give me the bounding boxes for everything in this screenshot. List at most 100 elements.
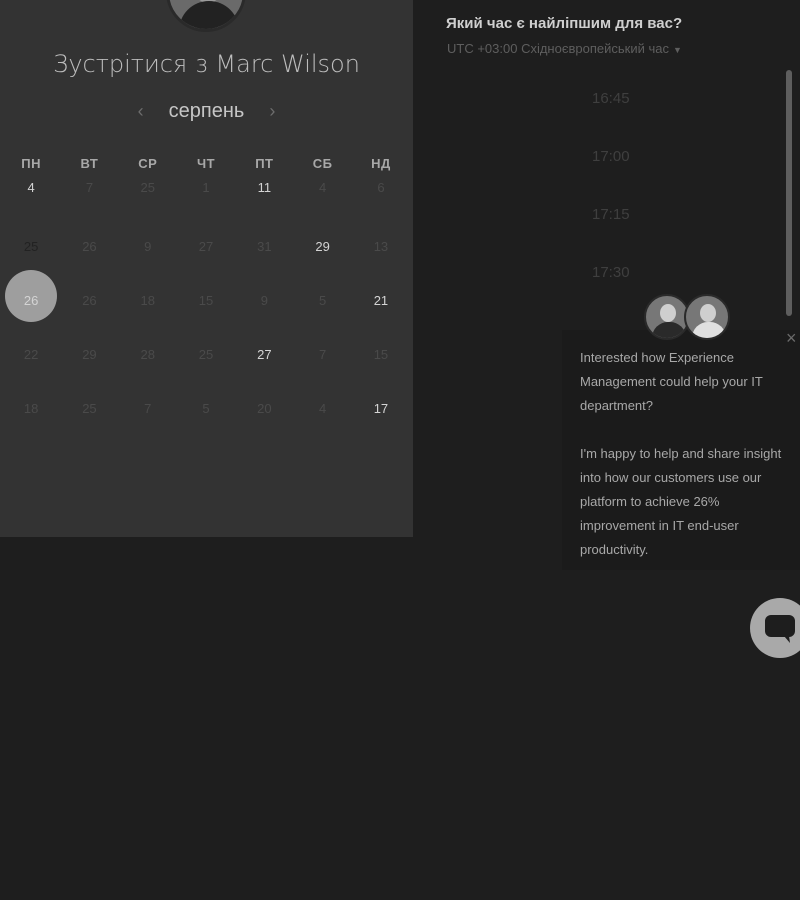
calendar-day: 18 xyxy=(119,294,177,348)
chat-launcher-button[interactable] xyxy=(750,598,800,658)
calendar-day: 28 xyxy=(119,348,177,402)
calendar-day-number: 31 xyxy=(257,239,272,254)
calendar-day-number: 25 xyxy=(140,180,155,195)
weekday-label: ПН xyxy=(21,156,42,171)
time-slot[interactable]: 16:45 xyxy=(592,90,630,107)
calendar-panel: Зустрітися з Marc Wilson ‹ серпень › ПН В… xyxy=(0,0,413,537)
time-question: Який час є найліпшим для вас? xyxy=(446,15,683,32)
calendar-day: 26 xyxy=(60,294,118,348)
calendar-day: 1 xyxy=(177,181,235,240)
calendar-day: 25 xyxy=(119,181,177,240)
weekday-label: ВТ xyxy=(80,156,99,171)
time-slot[interactable]: 17:00 xyxy=(592,148,630,165)
calendar-day: 18 xyxy=(2,402,60,456)
month-label: серпень xyxy=(168,99,245,122)
agent-avatar xyxy=(684,294,730,340)
caret-down-icon: ▼ xyxy=(672,44,682,55)
calendar-day-number: 7 xyxy=(144,401,152,416)
calendar-day-number: 26 xyxy=(82,293,97,308)
calendar-day-number: 7 xyxy=(85,180,94,195)
weekday-label: ЧТ xyxy=(197,156,216,171)
calendar-day: 7 xyxy=(293,348,351,402)
calendar-day[interactable]: 4 xyxy=(2,181,60,240)
calendar-day: 6 xyxy=(352,181,410,240)
calendar-day: 20 xyxy=(235,402,293,456)
calendar-day-number: 22 xyxy=(23,347,39,362)
next-month-icon[interactable]: › xyxy=(262,101,282,122)
calendar-day-number: 11 xyxy=(257,180,272,195)
calendar-day: 9 xyxy=(235,294,293,348)
time-slot[interactable]: 17:15 xyxy=(592,206,630,223)
calendar-day-number: 21 xyxy=(373,293,389,308)
timezone-select[interactable]: UTC +03:00 Східноєвропейський час ▼ xyxy=(447,41,682,56)
calendar-day: 26 xyxy=(60,240,118,294)
calendar-day-number: 25 xyxy=(82,401,97,416)
calendar-day-number: 27 xyxy=(198,239,214,254)
weekday-header: ПН ВТ СР ЧТ ПТ СБ НД xyxy=(2,156,412,171)
calendar-day: 5 xyxy=(293,294,351,348)
calendar-day: 4 xyxy=(293,402,351,456)
weekday-label: СР xyxy=(138,156,158,171)
calendar-day-number: 1 xyxy=(202,180,210,195)
chat-message-body: I'm happy to help and share insight into… xyxy=(580,446,782,557)
calendar-day-number: 29 xyxy=(315,239,330,254)
close-icon[interactable]: × xyxy=(786,329,797,347)
chat-message-intro: Interested how Experience Management cou… xyxy=(580,350,763,413)
calendar-day: 9 xyxy=(119,240,177,294)
weekday-label: НД xyxy=(371,156,391,171)
time-slot[interactable]: 17:30 xyxy=(592,264,630,281)
calendar-day: 25 xyxy=(177,348,235,402)
prev-month-icon[interactable]: ‹ xyxy=(131,101,151,122)
calendar-day-number: 15 xyxy=(198,293,214,308)
meeting-title: Зустрітися з Marc Wilson xyxy=(53,50,360,78)
timezone-label: UTC +03:00 Східноєвропейський час xyxy=(447,41,669,56)
calendar-day: 7 xyxy=(60,181,118,240)
calendar-day: 25 xyxy=(60,402,118,456)
chat-agents xyxy=(644,294,734,342)
chat-bubble-icon xyxy=(765,615,795,643)
calendar-day: 5 xyxy=(177,402,235,456)
calendar-day-number: 4 xyxy=(319,401,327,416)
calendar-day-number: 5 xyxy=(319,293,327,308)
calendar-grid: 4 7 25 1 11 4 6 25 26 9 27 31 29 13 26 26 18 15 9 5 21 22 29 28… xyxy=(2,181,412,456)
calendar-day-number: 9 xyxy=(144,239,152,254)
calendar-day-number: 9 xyxy=(260,293,268,308)
calendar-day-selected[interactable]: 25 xyxy=(2,239,60,322)
chat-message: Interested how Experience Management cou… xyxy=(580,346,795,586)
calendar-day-number: 26 xyxy=(82,239,97,254)
calendar-day: 27 xyxy=(177,240,235,294)
calendar-day-number: 18 xyxy=(140,293,155,308)
calendar-day-number: 25 xyxy=(198,347,214,362)
calendar-day-number: 17 xyxy=(373,401,389,416)
calendar-day-number: 13 xyxy=(373,239,389,254)
calendar-day-number: 28 xyxy=(140,347,155,362)
weekday-label: ПТ xyxy=(255,156,274,171)
calendar-day: 22 xyxy=(2,348,60,402)
calendar-day[interactable]: 17 xyxy=(352,402,410,456)
calendar-day[interactable]: 29 xyxy=(293,240,351,294)
calendar-day: 7 xyxy=(119,402,177,456)
calendar-day[interactable]: 27 xyxy=(235,348,293,402)
weekday-label: СБ xyxy=(312,156,333,171)
calendar-day: 13 xyxy=(352,240,410,294)
calendar-day-number: 7 xyxy=(319,347,327,362)
calendar-day: 29 xyxy=(60,348,118,402)
calendar-day-number: 20 xyxy=(257,401,272,416)
calendar-day-number: 4 xyxy=(319,180,327,195)
calendar-day[interactable]: 11 xyxy=(235,181,293,240)
calendar-day: 15 xyxy=(352,348,410,402)
calendar-day: 15 xyxy=(177,294,235,348)
calendar-day-number: 4 xyxy=(27,180,35,195)
slots-scrollbar[interactable] xyxy=(786,70,792,316)
host-avatar xyxy=(166,0,246,32)
calendar-day-number: 27 xyxy=(257,347,272,362)
calendar-day-number: 29 xyxy=(82,347,97,362)
calendar-day[interactable]: 21 xyxy=(352,294,410,348)
calendar-day-number: 26 xyxy=(23,293,39,308)
calendar-day-number: 6 xyxy=(377,180,385,195)
calendar-day: 31 xyxy=(235,240,293,294)
calendar-day[interactable]: 26 xyxy=(2,294,60,348)
calendar-day-number: 25 xyxy=(23,239,39,254)
calendar-day-number: 18 xyxy=(23,401,39,416)
calendar-day-number: 15 xyxy=(373,347,389,362)
